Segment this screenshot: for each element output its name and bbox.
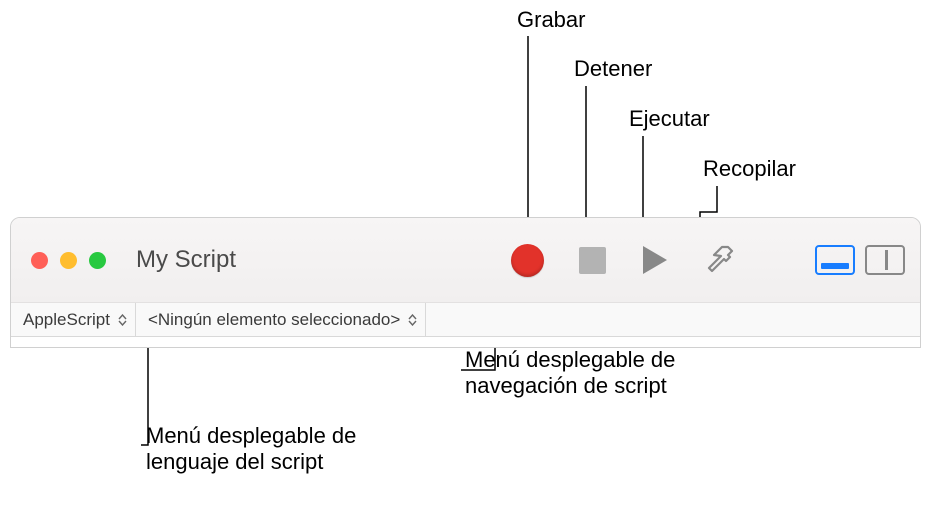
navigation-popup[interactable]: <Ningún elemento seleccionado> (136, 303, 426, 336)
hammer-icon (704, 242, 740, 278)
callout-compile-label: Recopilar (703, 156, 796, 182)
language-popup[interactable]: AppleScript (11, 303, 136, 336)
callout-nav-menu-label: Menú desplegable de navegación de script (465, 347, 725, 399)
toolbar (511, 242, 740, 278)
callout-lang-menu-label: Menú desplegable de lenguaje del script (146, 423, 406, 475)
navigation-popup-value: <Ningún elemento seleccionado> (148, 310, 400, 330)
run-button[interactable] (641, 244, 669, 276)
play-icon (641, 244, 669, 276)
close-button[interactable] (31, 252, 48, 269)
sidebar-toggle-button[interactable] (865, 245, 905, 275)
window-controls (31, 252, 106, 269)
chevron-updown-icon (118, 314, 127, 326)
titlebar: My Script (11, 218, 920, 303)
record-button[interactable] (511, 244, 544, 277)
callout-stop-label: Detener (574, 56, 652, 82)
minimize-button[interactable] (60, 252, 77, 269)
callout-record-label: Grabar (517, 7, 585, 33)
language-popup-value: AppleScript (23, 310, 110, 330)
chevron-updown-icon (408, 314, 417, 326)
record-icon (511, 244, 544, 277)
editor-area[interactable] (11, 337, 920, 347)
window-title: My Script (136, 246, 236, 274)
view-switcher (815, 245, 905, 275)
callout-run-label: Ejecutar (629, 106, 710, 132)
view-mode-button-active[interactable] (815, 245, 855, 275)
script-editor-window: My Script Appl (10, 217, 921, 348)
stop-button[interactable] (579, 247, 606, 274)
maximize-button[interactable] (89, 252, 106, 269)
navigation-bar: AppleScript <Ningún elemento seleccionad… (11, 303, 920, 337)
stop-icon (579, 247, 606, 274)
compile-button[interactable] (704, 242, 740, 278)
